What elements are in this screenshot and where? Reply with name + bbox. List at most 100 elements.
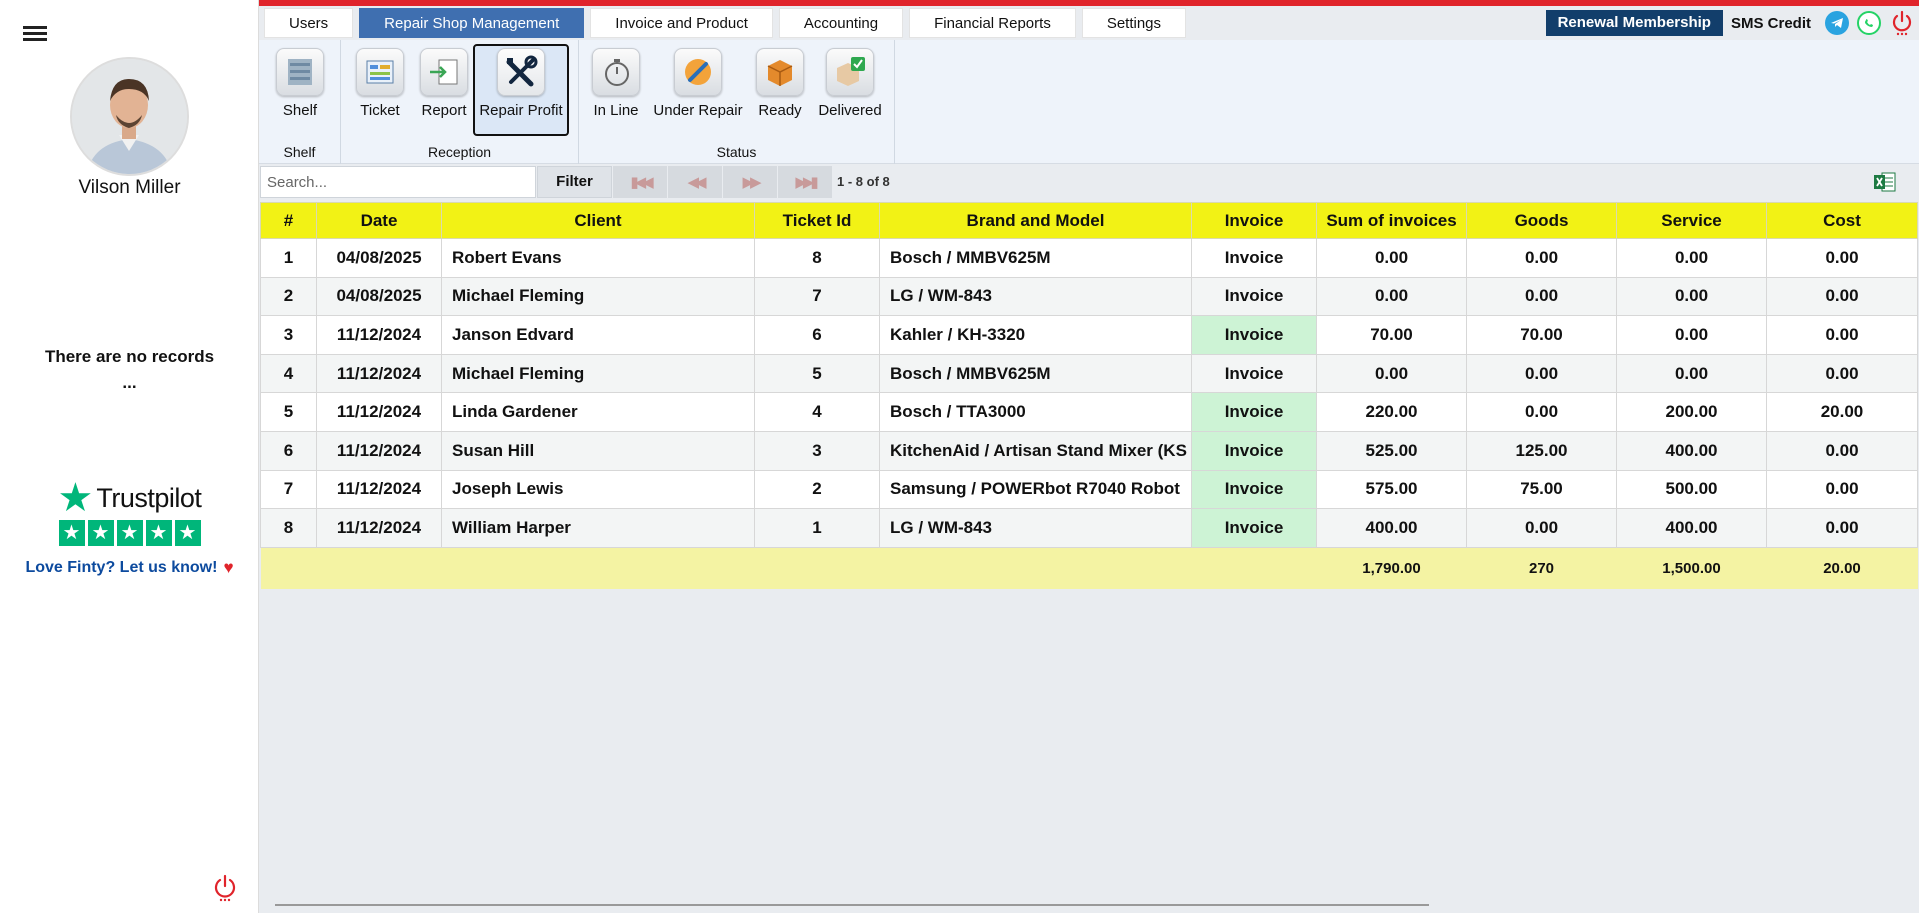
- service-cell: 0.00: [1616, 238, 1767, 278]
- column-header[interactable]: Brand and Model: [879, 202, 1192, 239]
- column-header[interactable]: #: [260, 202, 317, 239]
- row-number-cell: 2: [260, 276, 317, 317]
- goods-cell: 0.00: [1466, 238, 1617, 278]
- ticket-button[interactable]: Ticket: [349, 46, 411, 134]
- logout-power-icon[interactable]: [1889, 10, 1915, 36]
- star-icon: ★: [145, 520, 172, 546]
- delivered-button[interactable]: Delivered: [813, 46, 887, 134]
- table-row[interactable]: 6 11/12/2024 Susan Hill 3 KitchenAid / Artis…: [260, 430, 1918, 471]
- last-page-icon[interactable]: ▶▶▮: [778, 166, 832, 198]
- column-header[interactable]: Cost: [1766, 202, 1918, 239]
- sum-of-invoices-cell: 525.00: [1316, 430, 1467, 471]
- column-header[interactable]: Sum of invoices: [1316, 202, 1467, 239]
- first-page-icon[interactable]: ▮◀◀: [613, 166, 667, 198]
- report-icon: [420, 48, 468, 96]
- search-input[interactable]: [260, 166, 536, 198]
- totals-spacer: [754, 547, 880, 590]
- date-cell: 11/12/2024: [316, 353, 442, 394]
- no-records-ellipsis: ...: [122, 373, 137, 392]
- avatar-photo: [72, 59, 187, 174]
- goods-cell: 0.00: [1466, 508, 1617, 548]
- ticket-id-cell: 2: [754, 469, 880, 510]
- horizontal-scrollbar[interactable]: [275, 904, 1429, 906]
- prev-page-icon[interactable]: ◀◀: [668, 166, 722, 198]
- table-row[interactable]: 4 11/12/2024 Michael Fleming 5 Bosch / MMBV6…: [260, 353, 1918, 394]
- totals-spacer: [316, 547, 442, 590]
- next-page-icon[interactable]: ▶▶: [723, 166, 777, 198]
- whatsapp-icon[interactable]: [1857, 11, 1881, 35]
- date-cell: 11/12/2024: [316, 508, 442, 548]
- tab-financial-reports[interactable]: Financial Reports: [909, 8, 1076, 38]
- no-records-text: There are no records: [44, 347, 215, 366]
- column-header[interactable]: Ticket Id: [754, 202, 880, 239]
- renewal-membership-button[interactable]: Renewal Membership: [1545, 10, 1723, 36]
- invoice-link[interactable]: Invoice: [1191, 430, 1317, 471]
- star-icon: ★: [116, 520, 143, 546]
- client-cell: Susan Hill: [441, 430, 755, 471]
- service-cell: 400.00: [1616, 430, 1767, 471]
- column-header[interactable]: Invoice: [1191, 202, 1317, 239]
- table-row[interactable]: 3 11/12/2024 Janson Edvard 6 Kahler / KH-332…: [260, 315, 1918, 355]
- table-row[interactable]: 1 04/08/2025 Robert Evans 8 Bosch / MMBV625M…: [260, 238, 1918, 278]
- invoice-link[interactable]: Invoice: [1191, 353, 1317, 394]
- column-header[interactable]: Service: [1616, 202, 1767, 239]
- ready-button[interactable]: Ready: [749, 46, 811, 134]
- telegram-icon[interactable]: [1825, 11, 1849, 35]
- client-cell: Joseph Lewis: [441, 469, 755, 510]
- tab-accounting[interactable]: Accounting: [778, 8, 904, 38]
- client-cell: Linda Gardener: [441, 392, 755, 432]
- date-cell: 04/08/2025: [316, 238, 442, 278]
- shelf-button[interactable]: Shelf: [267, 46, 333, 134]
- sms-credit-link[interactable]: SMS Credit: [1731, 15, 1811, 32]
- row-number-cell: 1: [260, 238, 317, 278]
- ticket-id-cell: 8: [754, 238, 880, 278]
- invoice-link[interactable]: Invoice: [1191, 238, 1317, 278]
- pager-info: 1 - 8 of 8: [837, 174, 890, 189]
- table-row[interactable]: 2 04/08/2025 Michael Fleming 7 LG / WM-843 In…: [260, 276, 1918, 317]
- table-row[interactable]: 8 11/12/2024 William Harper 1 LG / WM-843 Inv…: [260, 508, 1918, 548]
- total-service: 1,500.00: [1616, 547, 1767, 590]
- repair-profit-button[interactable]: Repair Profit: [473, 44, 569, 136]
- excel-icon[interactable]: [1874, 172, 1896, 192]
- column-header[interactable]: Client: [441, 202, 755, 239]
- menu-icon[interactable]: [23, 26, 47, 44]
- column-header[interactable]: Goods: [1466, 202, 1617, 239]
- table-row[interactable]: 7 11/12/2024 Joseph Lewis 2 Samsung / POWERb…: [260, 469, 1918, 510]
- column-header[interactable]: Date: [316, 202, 442, 239]
- power-icon[interactable]: [213, 874, 237, 902]
- date-cell: 11/12/2024: [316, 430, 442, 471]
- cost-cell: 0.00: [1766, 430, 1918, 471]
- report-button-label: Report: [421, 102, 467, 119]
- sum-of-invoices-cell: 400.00: [1316, 508, 1467, 548]
- date-cell: 11/12/2024: [316, 392, 442, 432]
- tab-invoice-and-product[interactable]: Invoice and Product: [590, 8, 773, 38]
- invoice-link[interactable]: Invoice: [1191, 392, 1317, 432]
- trustpilot-widget[interactable]: ★ Trustpilot ★ ★ ★ ★ ★ Love Finty? Let u…: [0, 478, 259, 578]
- tab-users[interactable]: Users: [264, 8, 354, 38]
- in-line-button[interactable]: In Line: [585, 46, 647, 134]
- under-repair-button[interactable]: Under Repair: [649, 46, 747, 134]
- ticket-icon: [356, 48, 404, 96]
- report-button[interactable]: Report: [413, 46, 475, 134]
- filter-button[interactable]: Filter: [537, 166, 612, 198]
- invoice-link[interactable]: Invoice: [1191, 508, 1317, 548]
- totals-spacer: [260, 547, 317, 590]
- ticket-button-label: Ticket: [360, 102, 400, 119]
- invoice-link[interactable]: Invoice: [1191, 315, 1317, 355]
- goods-cell: 75.00: [1466, 469, 1617, 510]
- brand-model-cell: KitchenAid / Artisan Stand Mixer (KS: [879, 430, 1192, 471]
- date-cell: 11/12/2024: [316, 315, 442, 355]
- star-icon: ★: [58, 520, 85, 546]
- invoice-link[interactable]: Invoice: [1191, 469, 1317, 510]
- service-cell: 400.00: [1616, 508, 1767, 548]
- under-repair-icon: [674, 48, 722, 96]
- trustpilot-cta-link[interactable]: Love Finty? Let us know! ♥: [0, 558, 259, 578]
- cost-cell: 0.00: [1766, 276, 1918, 317]
- table-row[interactable]: 5 11/12/2024 Linda Gardener 4 Bosch / TTA300…: [260, 392, 1918, 432]
- table-header-row: # Date Client Ticket Id Brand and Model …: [260, 202, 1918, 239]
- tab-repair-shop-management[interactable]: Repair Shop Management: [359, 8, 585, 38]
- row-number-cell: 4: [260, 353, 317, 394]
- stopwatch-icon: [592, 48, 640, 96]
- tab-settings[interactable]: Settings: [1081, 8, 1187, 38]
- invoice-link[interactable]: Invoice: [1191, 276, 1317, 317]
